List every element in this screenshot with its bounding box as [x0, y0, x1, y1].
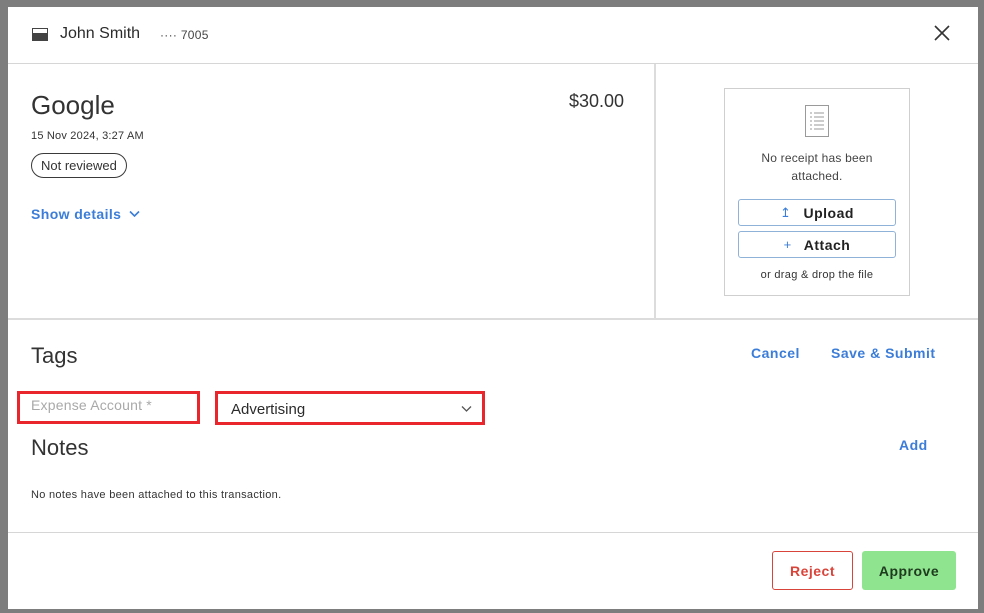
approve-button[interactable]: Approve	[862, 551, 956, 590]
chevron-down-icon	[129, 210, 140, 218]
chevron-down-icon	[461, 406, 472, 412]
show-details-label: Show details	[31, 206, 122, 222]
attach-label: Attach	[803, 236, 851, 253]
card-last-four: ···· 7005	[160, 28, 209, 42]
status-badge: Not reviewed	[31, 153, 127, 178]
footer-divider	[8, 532, 978, 533]
notes-heading: Notes	[31, 435, 89, 460]
reject-button[interactable]: Reject	[772, 551, 853, 590]
no-notes-text: No notes have been attached to this tran…	[31, 489, 282, 501]
document-icon	[805, 105, 829, 137]
upload-icon: ↥	[780, 204, 792, 220]
expense-account-value: Advertising	[231, 401, 306, 418]
no-receipt-text: No receipt has been attached.	[761, 151, 873, 183]
expense-account-select[interactable]: Advertising	[215, 391, 485, 425]
close-icon[interactable]	[932, 23, 952, 43]
transaction-summary: Google 15 Nov 2024, 3:27 AM $30.00 Not r…	[8, 64, 655, 319]
add-note-button[interactable]: Add	[899, 437, 928, 453]
transaction-datetime: 15 Nov 2024, 3:27 AM	[31, 130, 144, 142]
receipt-dropzone[interactable]: No receipt has been attached. ↥ Upload +…	[724, 88, 910, 296]
expense-account-label: Expense Account *	[17, 391, 200, 424]
card-icon	[32, 28, 48, 41]
merchant-name: Google	[31, 90, 115, 120]
horizontal-divider	[8, 318, 978, 320]
transaction-amount: $30.00	[569, 91, 625, 111]
save-submit-button[interactable]: Save & Submit	[831, 345, 936, 361]
receipt-panel: No receipt has been attached. ↥ Upload +…	[656, 64, 978, 319]
plus-icon: +	[783, 237, 792, 252]
transaction-modal: John Smith ···· 7005 Google 15 Nov 2024,…	[8, 7, 978, 609]
upload-label: Upload	[803, 204, 854, 221]
modal-header: John Smith ···· 7005	[8, 7, 978, 64]
upload-button[interactable]: ↥ Upload	[738, 199, 896, 226]
cardholder-name: John Smith	[60, 25, 141, 42]
tags-heading: Tags	[31, 343, 78, 368]
drag-drop-hint: or drag & drop the file	[760, 269, 874, 281]
attach-button[interactable]: + Attach	[738, 231, 896, 258]
cancel-button[interactable]: Cancel	[751, 345, 800, 361]
show-details-toggle[interactable]: Show details	[31, 206, 140, 222]
